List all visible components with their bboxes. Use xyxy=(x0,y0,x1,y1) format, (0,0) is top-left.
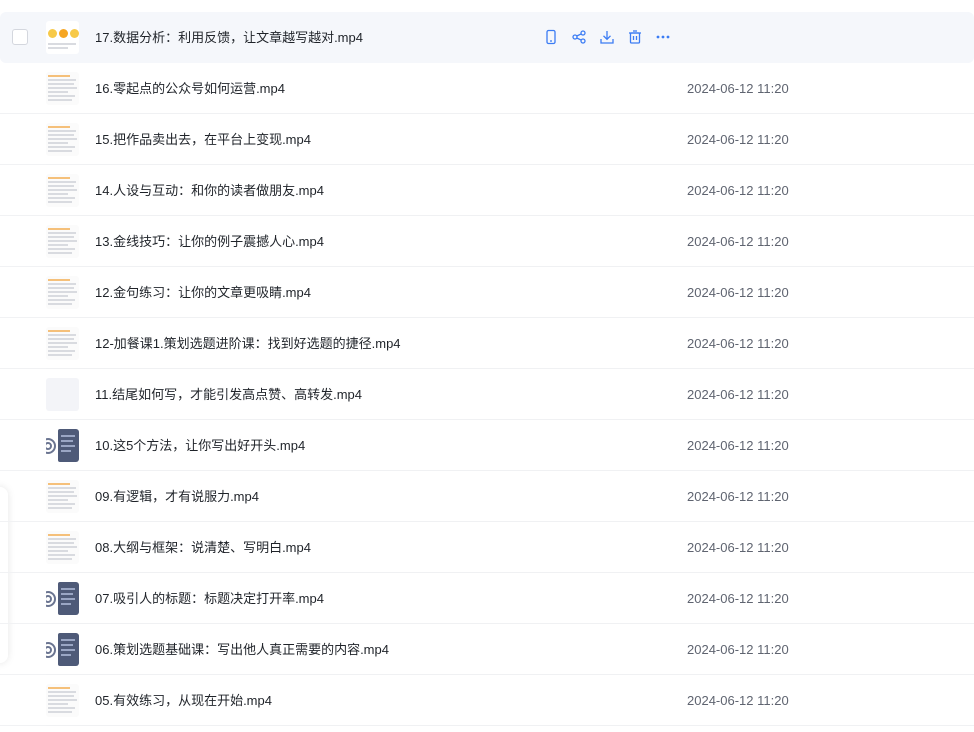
trash-icon xyxy=(627,29,643,45)
file-row[interactable]: 08.大纲与框架：说清楚、写明白.mp4 2024-06-12 11:20 xyxy=(0,522,974,573)
file-name[interactable]: 13.金线技巧：让你的例子震撼人心.mp4 xyxy=(95,216,324,267)
file-row[interactable]: 15.把作品卖出去，在平台上变现.mp4 2024-06-12 11:20 xyxy=(0,114,974,165)
file-thumbnail xyxy=(46,225,79,258)
file-row[interactable]: 10.这5个方法，让你写出好开头.mp4 2024-06-12 11:20 xyxy=(0,420,974,471)
file-date: 2024-06-12 11:20 xyxy=(687,693,789,708)
view-on-phone-button[interactable] xyxy=(543,28,559,46)
file-thumbnail xyxy=(46,276,79,309)
file-thumbnail xyxy=(46,327,79,360)
file-name[interactable]: 15.把作品卖出去，在平台上变现.mp4 xyxy=(95,114,311,165)
delete-button[interactable] xyxy=(627,28,643,46)
share-button[interactable] xyxy=(571,28,587,46)
file-row[interactable]: 12-加餐课1.策划选题进阶课：找到好选题的捷径.mp4 2024-06-12 1… xyxy=(0,318,974,369)
file-row[interactable]: 09.有逻辑，才有说服力.mp4 2024-06-12 11:20 xyxy=(0,471,974,522)
file-thumbnail xyxy=(46,429,79,462)
file-date: 2024-06-12 11:20 xyxy=(687,540,789,555)
file-name[interactable]: 11.结尾如何写，才能引发高点赞、高转发.mp4 xyxy=(95,369,362,420)
file-row[interactable]: 07.吸引人的标题：标题决定打开率.mp4 2024-06-12 11:20 xyxy=(0,573,974,624)
file-thumbnail xyxy=(46,174,79,207)
file-name[interactable]: 09.有逻辑，才有说服力.mp4 xyxy=(95,471,259,522)
file-row[interactable]: 16.零起点的公众号如何运营.mp4 2024-06-12 11:20 xyxy=(0,63,974,114)
file-list: 17.数据分析：利用反馈，让文章越写越对.mp4 16.零起点的公众号如何运营.m… xyxy=(0,12,974,726)
row-actions xyxy=(543,28,671,48)
file-row[interactable]: 06.策划选题基础课：写出他人真正需要的内容.mp4 2024-06-12 11:… xyxy=(0,624,974,675)
file-name[interactable]: 16.零起点的公众号如何运营.mp4 xyxy=(95,63,285,114)
file-date: 2024-06-12 11:20 xyxy=(687,81,789,96)
file-name[interactable]: 10.这5个方法，让你写出好开头.mp4 xyxy=(95,420,305,471)
file-date: 2024-06-12 11:20 xyxy=(687,387,789,402)
file-date: 2024-06-12 11:20 xyxy=(687,234,789,249)
file-thumbnail xyxy=(46,21,79,54)
file-name[interactable]: 06.策划选题基础课：写出他人真正需要的内容.mp4 xyxy=(95,624,389,675)
file-date: 2024-06-12 11:20 xyxy=(687,642,789,657)
file-row[interactable]: 12.金句练习：让你的文章更吸睛.mp4 2024-06-12 11:20 xyxy=(0,267,974,318)
file-name[interactable]: 12.金句练习：让你的文章更吸睛.mp4 xyxy=(95,267,311,318)
file-date: 2024-06-12 11:20 xyxy=(687,285,789,300)
more-button[interactable] xyxy=(655,28,671,46)
file-thumbnail xyxy=(46,123,79,156)
more-icon xyxy=(655,29,671,45)
file-row[interactable]: 11.结尾如何写，才能引发高点赞、高转发.mp4 2024-06-12 11:20 xyxy=(0,369,974,420)
file-name[interactable]: 12-加餐课1.策划选题进阶课：找到好选题的捷径.mp4 xyxy=(95,318,401,369)
file-date: 2024-06-12 11:20 xyxy=(687,132,789,147)
file-thumbnail xyxy=(46,633,79,666)
file-date: 2024-06-12 11:20 xyxy=(687,489,789,504)
file-row[interactable]: 05.有效练习，从现在开始.mp4 2024-06-12 11:20 xyxy=(0,675,974,726)
file-name[interactable]: 17.数据分析：利用反馈，让文章越写越对.mp4 xyxy=(95,12,363,63)
file-thumbnail xyxy=(46,531,79,564)
file-date: 2024-06-12 11:20 xyxy=(687,591,789,606)
file-thumbnail xyxy=(46,684,79,717)
share-icon xyxy=(571,29,587,45)
file-thumbnail xyxy=(46,480,79,513)
file-row[interactable]: 17.数据分析：利用反馈，让文章越写越对.mp4 xyxy=(0,12,974,63)
file-name[interactable]: 08.大纲与框架：说清楚、写明白.mp4 xyxy=(95,522,311,573)
file-thumbnail xyxy=(46,582,79,615)
download-icon xyxy=(599,29,615,45)
mobile-icon xyxy=(543,29,559,45)
file-row[interactable]: 14.人设与互动：和你的读者做朋友.mp4 2024-06-12 11:20 xyxy=(0,165,974,216)
file-row[interactable]: 13.金线技巧：让你的例子震撼人心.mp4 2024-06-12 11:20 xyxy=(0,216,974,267)
row-checkbox[interactable] xyxy=(12,29,28,45)
file-date: 2024-06-12 11:20 xyxy=(687,336,789,351)
file-name[interactable]: 14.人设与互动：和你的读者做朋友.mp4 xyxy=(95,165,324,216)
file-date: 2024-06-12 11:20 xyxy=(687,438,789,453)
file-date: 2024-06-12 11:20 xyxy=(687,183,789,198)
file-thumbnail xyxy=(46,378,79,411)
file-name[interactable]: 05.有效练习，从现在开始.mp4 xyxy=(95,675,272,726)
file-name[interactable]: 07.吸引人的标题：标题决定打开率.mp4 xyxy=(95,573,324,624)
download-button[interactable] xyxy=(599,28,615,46)
file-thumbnail xyxy=(46,72,79,105)
